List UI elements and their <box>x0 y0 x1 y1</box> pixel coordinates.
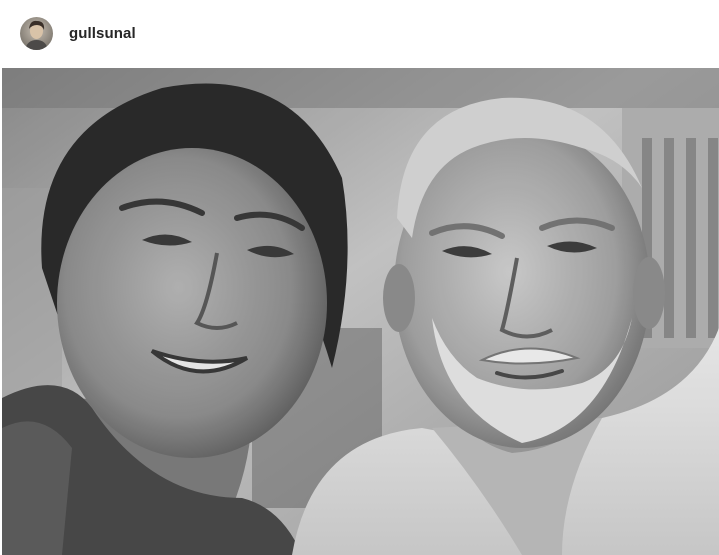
post-header: gullsunal <box>0 0 719 66</box>
username-link[interactable]: gullsunal <box>69 25 136 42</box>
portrait-photo <box>2 68 719 555</box>
post-photo[interactable] <box>2 68 719 555</box>
profile-avatar[interactable] <box>20 16 53 50</box>
instagram-post: gullsunal <box>0 0 719 555</box>
avatar-image <box>20 16 53 50</box>
